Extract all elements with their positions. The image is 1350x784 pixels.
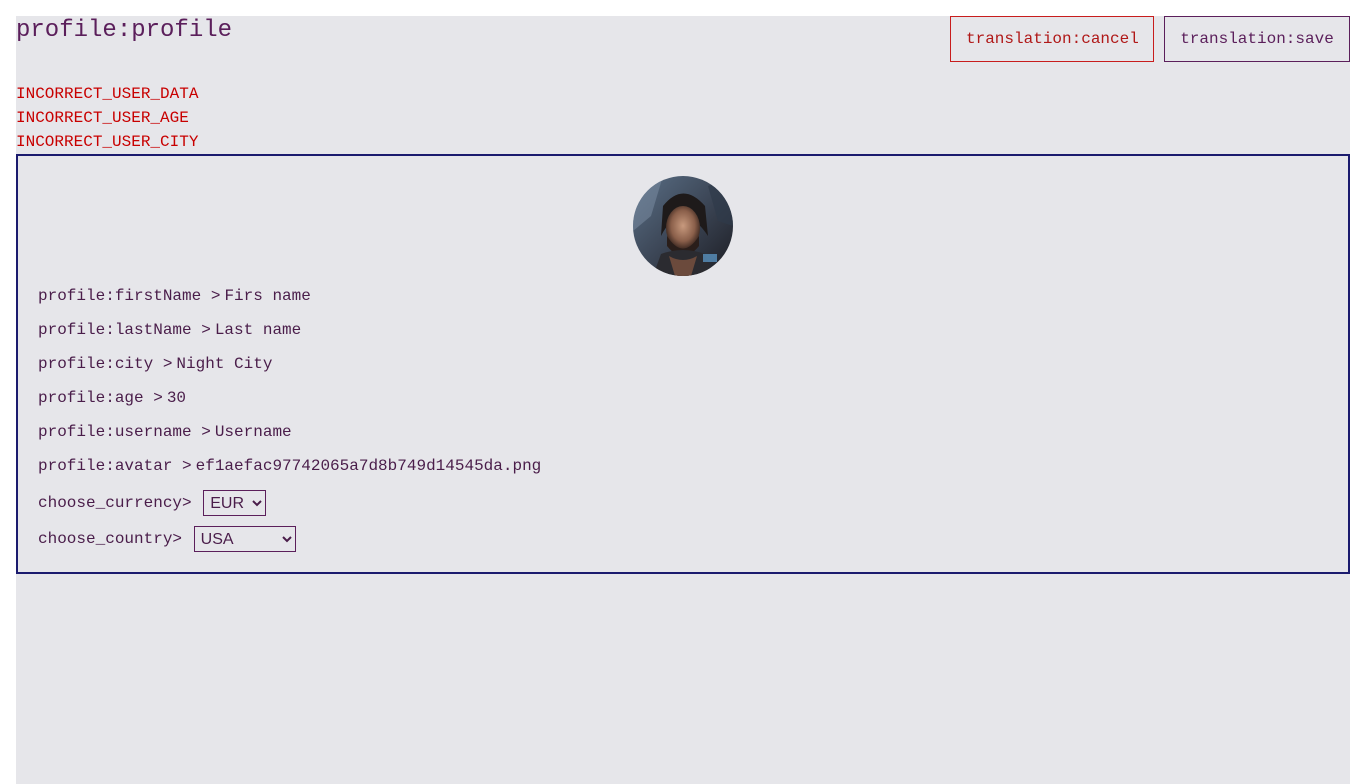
avatar-value: ef1aefac97742065a7d8b749d14545da.png [195, 457, 542, 475]
avatar-row: profile:avatar > ef1aefac97742065a7d8b749… [38, 456, 541, 476]
age-value: 30 [166, 389, 187, 407]
page-title: profile:profile [16, 17, 233, 44]
currency-select[interactable]: EUR [203, 490, 267, 516]
currency-row: choose_currency> EUR [38, 490, 267, 516]
currency-label: choose_currency> [38, 494, 192, 513]
error-message: INCORRECT_USER_AGE [16, 109, 189, 127]
username-label: profile:username > [38, 423, 211, 441]
age-row: profile:age >30 [38, 388, 186, 408]
city-row: profile:city > Night City [38, 354, 272, 374]
avatar-label: profile:avatar > [38, 457, 192, 475]
page-header: profile:profile translation:cancel trans… [16, 16, 1350, 78]
country-row: choose_country> USA [38, 526, 296, 552]
first-name-value: Firs name [224, 287, 311, 305]
age-label: profile:age > [38, 389, 163, 407]
country-select[interactable]: USA [193, 526, 296, 552]
profile-card: profile:firstName > Firs name profile:las… [16, 154, 1350, 574]
cancel-button[interactable]: translation:cancel [950, 16, 1154, 62]
last-name-value: Last name [214, 321, 302, 339]
username-value: Username [214, 423, 292, 441]
last-name-label: profile:lastName > [38, 321, 211, 339]
error-list: INCORRECT_USER_DATA INCORRECT_USER_AGE I… [16, 82, 198, 154]
first-name-label: profile:firstName > [38, 287, 221, 305]
avatar-image [633, 176, 733, 276]
profile-page: profile:profile translation:cancel trans… [16, 16, 1350, 784]
error-message: INCORRECT_USER_CITY [16, 133, 199, 151]
city-label: profile:city > [38, 355, 173, 373]
first-name-row: profile:firstName > Firs name [38, 286, 311, 306]
error-message: INCORRECT_USER_DATA [16, 85, 199, 103]
save-button[interactable]: translation:save [1164, 16, 1350, 62]
last-name-row: profile:lastName > Last name [38, 320, 301, 340]
avatar [633, 176, 733, 276]
city-value: Night City [176, 355, 273, 373]
username-row: profile:username > Username [38, 422, 292, 442]
country-label: choose_country> [38, 530, 183, 549]
